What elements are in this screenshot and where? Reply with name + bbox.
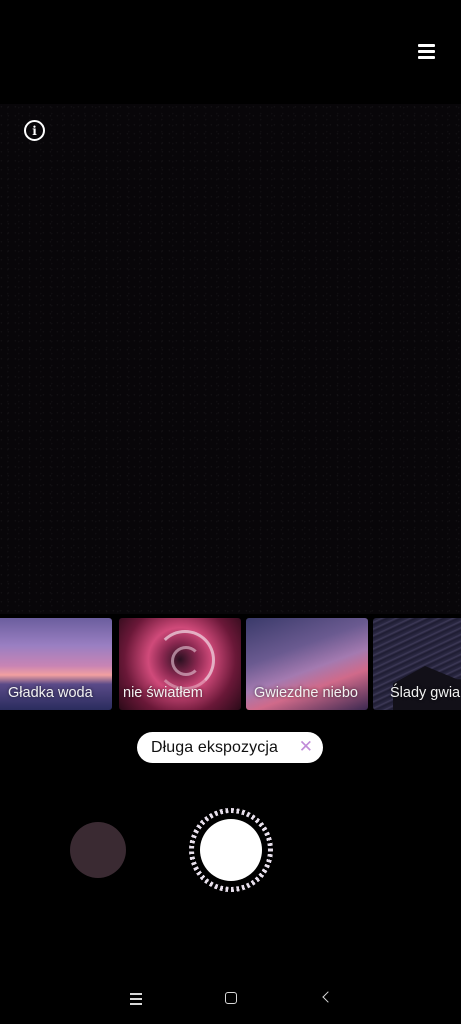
mode-label: Gładka woda (8, 685, 93, 701)
mode-thumbnail-star-trails[interactable]: Ślady gwia (373, 618, 461, 710)
mode-thumbnail-smooth-water[interactable]: Gładka woda (0, 618, 112, 710)
menu-icon[interactable] (418, 44, 435, 59)
active-mode-label: Długa ekspozycja (151, 738, 278, 756)
system-nav-bar (0, 976, 461, 1024)
home-icon[interactable] (219, 988, 243, 1010)
light-swirl-graphic-inner (171, 646, 201, 676)
back-icon[interactable] (315, 988, 339, 1010)
gallery-thumbnail[interactable] (70, 822, 126, 878)
mode-thumbnail-starry-sky[interactable]: Gwiezdne niebo (246, 618, 368, 710)
mode-carousel[interactable]: Gładka woda nie światłem Gwiezdne niebo … (0, 618, 461, 710)
mode-label: Ślady gwia (390, 685, 461, 701)
close-icon[interactable]: ✕ (299, 737, 313, 757)
mode-thumbnail-light-painting[interactable]: nie światłem (119, 618, 241, 710)
active-mode-chip[interactable]: Długa ekspozycja ✕ (137, 732, 323, 763)
recents-icon[interactable] (124, 988, 148, 1010)
top-bar (0, 0, 461, 104)
mode-label: nie światłem (123, 685, 203, 701)
camera-viewfinder[interactable] (0, 104, 461, 614)
shutter-core (200, 819, 262, 881)
info-icon[interactable]: i (24, 120, 45, 141)
mode-label: Gwiezdne niebo (254, 685, 358, 701)
shutter-button[interactable] (189, 808, 273, 892)
